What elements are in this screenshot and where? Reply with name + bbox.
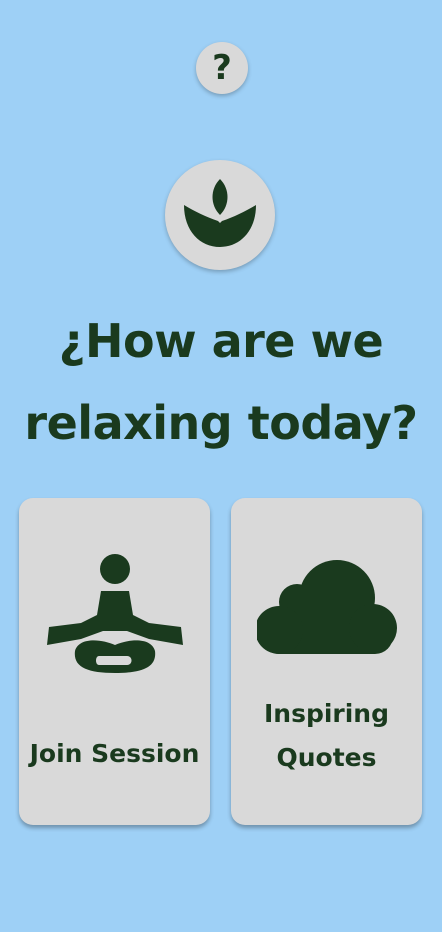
title-line-2: relaxing today? — [24, 396, 418, 450]
inspiring-quotes-card[interactable]: Inspiring Quotes — [231, 498, 422, 825]
join-session-label: Join Session — [29, 739, 200, 768]
question-mark-icon: ? — [212, 48, 232, 88]
meditation-icon — [46, 554, 183, 673]
lotus-icon — [184, 179, 256, 247]
inspiring-quotes-label-line-1: Inspiring — [263, 699, 390, 728]
page-title: ¿How are we relaxing today? — [0, 300, 442, 464]
app-logo — [165, 160, 275, 270]
cloud-icon — [256, 560, 397, 654]
join-session-card[interactable]: Join Session — [19, 498, 210, 825]
meditation-icon-wrap — [19, 553, 210, 678]
inspiring-quotes-label-line-2: Quotes — [276, 743, 377, 772]
help-button[interactable]: ? — [196, 42, 248, 94]
cloud-icon-wrap — [231, 558, 422, 658]
title-line-1: ¿How are we — [58, 314, 384, 368]
